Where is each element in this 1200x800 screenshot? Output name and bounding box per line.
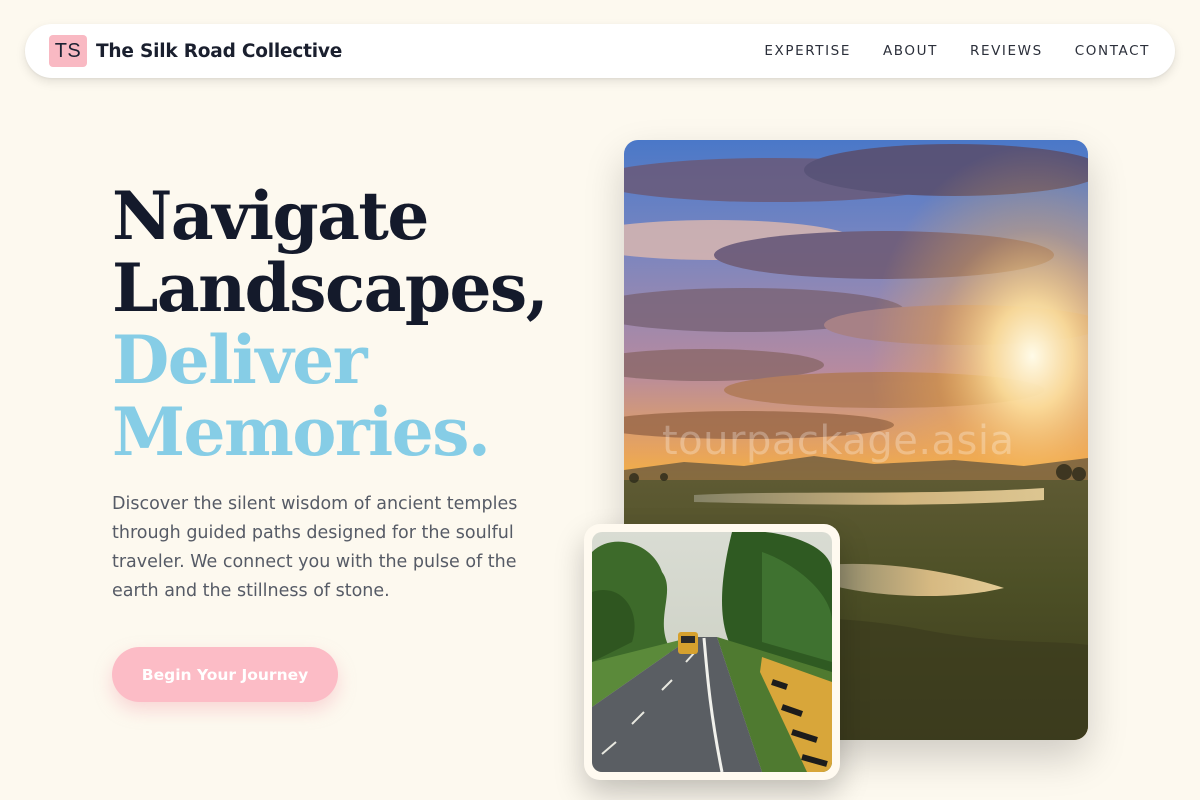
nav-link-contact[interactable]: CONTACT xyxy=(1075,43,1150,59)
hero-description: Discover the silent wisdom of ancient te… xyxy=(112,494,518,601)
forest-road-graphic xyxy=(592,532,832,772)
navbar: TS The Silk Road Collective EXPERTISE AB… xyxy=(25,24,1175,78)
forest-road-image-frame xyxy=(584,524,840,780)
nav-link-reviews[interactable]: REVIEWS xyxy=(970,43,1043,59)
brand[interactable]: TS The Silk Road Collective xyxy=(49,35,342,67)
headline-line-4: Memories. xyxy=(112,393,491,471)
landing-page: TS The Silk Road Collective EXPERTISE AB… xyxy=(0,0,1200,800)
hero-headline: Navigate Landscapes, Deliver Memories. xyxy=(112,177,549,471)
main-nav: EXPERTISE ABOUT REVIEWS CONTACT xyxy=(764,43,1150,59)
brand-name: The Silk Road Collective xyxy=(96,40,343,62)
headline-line-2: Landscapes, xyxy=(112,249,549,327)
headline-line-3: Deliver xyxy=(112,321,367,399)
nav-link-expertise[interactable]: EXPERTISE xyxy=(764,43,851,59)
begin-journey-button[interactable]: Begin Your Journey xyxy=(112,647,338,702)
headline-line-1: Navigate xyxy=(112,177,429,255)
image-watermark: tourpackage.asia xyxy=(662,418,1015,464)
nav-link-about[interactable]: ABOUT xyxy=(883,43,938,59)
forest-road-image xyxy=(592,532,832,772)
brand-logo-mark: TS xyxy=(49,35,87,67)
